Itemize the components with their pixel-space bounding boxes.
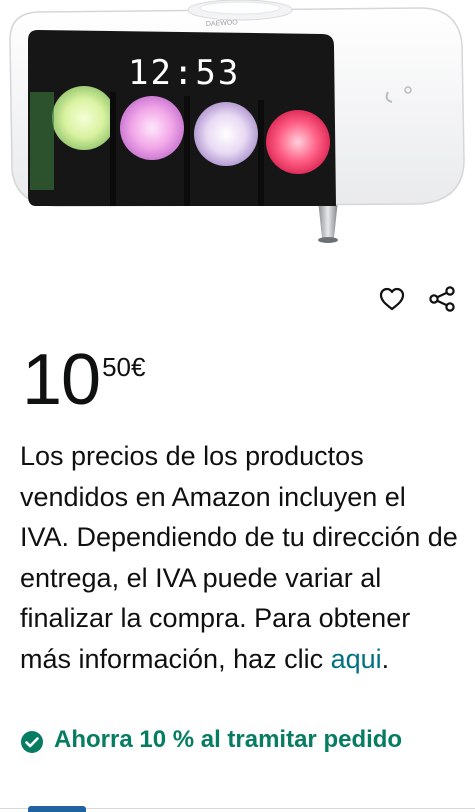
product-price: 10 50 € xyxy=(22,344,145,416)
product-actions xyxy=(377,284,457,314)
bottom-tab-indicator xyxy=(28,806,86,812)
heart-icon[interactable] xyxy=(377,284,407,314)
price-whole: 10 xyxy=(22,340,101,420)
share-icon[interactable] xyxy=(427,284,457,314)
coupon-text: Ahorra 10 % al tramitar pedido xyxy=(54,726,403,753)
vat-notice: Los precios de los productos vendidos en… xyxy=(20,436,460,679)
vat-notice-suffix: . xyxy=(381,643,390,674)
price-currency: € xyxy=(131,352,146,382)
coupon-badge[interactable]: Ahorra 10 % al tramitar pedido xyxy=(20,726,414,758)
vat-info-link[interactable]: aqui xyxy=(331,644,382,674)
vat-notice-text: Los precios de los productos vendidos en… xyxy=(20,441,458,674)
clock-display: 12:53 xyxy=(128,53,240,93)
price-fraction: 50 xyxy=(102,352,132,382)
check-circle-icon xyxy=(21,731,43,753)
product-image[interactable]: DAEWOO 12:53 xyxy=(0,0,475,262)
